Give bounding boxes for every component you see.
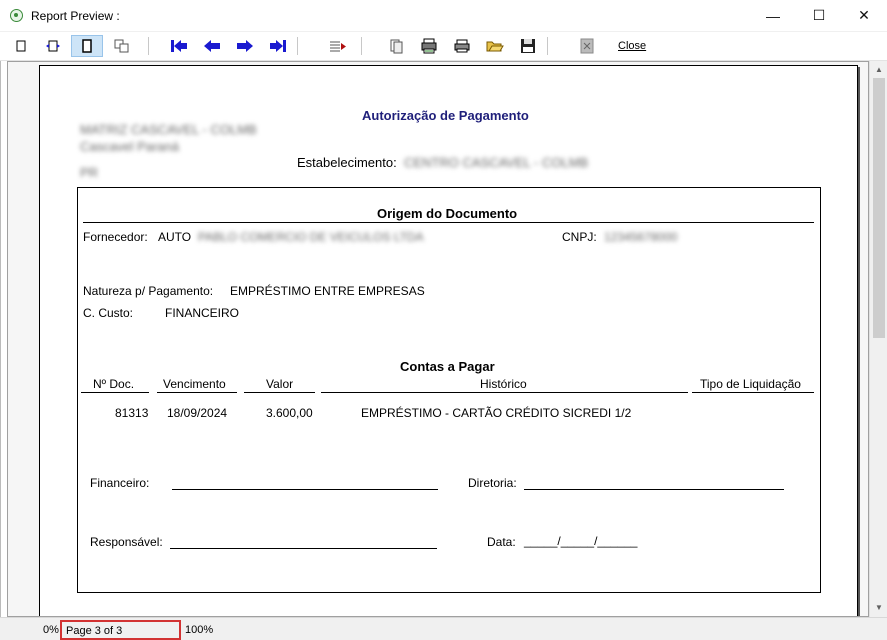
column-settlement-type: Tipo de Liquidação — [700, 377, 801, 391]
supplier-label: Fornecedor: — [83, 230, 148, 244]
toolbar-separator — [361, 37, 362, 55]
report-title: Autorização de Pagamento — [362, 108, 529, 123]
column-underline — [157, 392, 237, 393]
maximize-icon: ☐ — [812, 7, 826, 23]
first-page-button[interactable] — [166, 35, 192, 57]
full-page-icon — [82, 39, 92, 53]
toolbar-separator — [297, 37, 298, 55]
supplier-value: PABLO COMERCIO DE VEICULOS LTDA — [198, 230, 424, 244]
print-setup-button[interactable] — [416, 35, 442, 57]
single-page-button[interactable] — [8, 35, 34, 57]
toolbar-separator — [547, 37, 548, 55]
close-button[interactable]: Close — [618, 40, 646, 52]
company-name: MATRIZ CASCAVEL - COLMB — [80, 122, 257, 137]
column-underline — [81, 392, 149, 393]
establishment-value: CENTRO CASCAVEL - COLMB — [404, 155, 589, 170]
previous-page-button[interactable] — [199, 35, 225, 57]
first-page-icon — [171, 40, 187, 52]
cost-center-value: FINANCEIRO — [165, 306, 240, 320]
cost-center-label: C. Custo: — [83, 306, 134, 320]
app-icon — [10, 9, 23, 22]
vertical-scrollbar[interactable]: ▲ ▼ — [869, 61, 887, 617]
maximize-button[interactable]: ☐ — [796, 0, 842, 31]
goto-page-icon — [330, 41, 346, 52]
supplier-prefix: AUTO — [158, 230, 192, 244]
origin-header: Origem do Documento — [377, 206, 518, 221]
date-label: Data: — [487, 535, 516, 549]
full-page-button[interactable] — [71, 35, 103, 57]
financial-signature-line — [172, 489, 438, 490]
date-blanks: _____/_____/______ — [524, 534, 638, 548]
single-page-icon — [16, 40, 26, 52]
scroll-down-icon[interactable]: ▼ — [874, 603, 884, 613]
close-preview-icon — [580, 38, 594, 54]
scroll-up-icon[interactable]: ▲ — [874, 65, 884, 75]
origin-divider — [83, 222, 814, 223]
print-setup-icon — [421, 38, 437, 54]
page-width-icon — [46, 40, 60, 52]
column-value: Valor — [266, 377, 294, 391]
row-value: 3.600,00 — [266, 406, 313, 420]
responsible-signature-line — [170, 548, 437, 549]
next-page-icon — [237, 40, 253, 52]
report-page: Autorização de Pagamento MATRIZ CASCAVEL… — [39, 65, 858, 616]
row-doc-no: 81313 — [115, 406, 149, 420]
title-bar: Report Preview : — ☐ ✕ — [0, 0, 887, 32]
open-folder-icon — [486, 41, 504, 52]
open-button[interactable] — [482, 35, 508, 57]
column-underline — [321, 392, 688, 393]
preview-area: Autorização de Pagamento MATRIZ CASCAVEL… — [0, 61, 887, 617]
payment-nature-label: Natureza p/ Pagamento: — [83, 284, 214, 298]
payables-header: Contas a Pagar — [400, 359, 495, 374]
preview-viewport[interactable]: Autorização de Pagamento MATRIZ CASCAVEL… — [7, 61, 869, 617]
board-signature-label: Diretoria: — [468, 476, 517, 490]
scrollbar-thumb[interactable] — [873, 78, 885, 338]
column-underline — [692, 392, 814, 393]
minimize-icon: — — [766, 7, 780, 24]
board-signature-line — [524, 489, 784, 490]
multiple-pages-icon — [114, 39, 129, 53]
row-due-date: 18/09/2024 — [167, 406, 228, 420]
print-button[interactable] — [449, 35, 475, 57]
document-box: Origem do Documento Fornecedor: AUTO PAB… — [77, 187, 821, 593]
row-history: EMPRÉSTIMO - CARTÃO CRÉDITO SICREDI 1/2 — [361, 406, 632, 420]
close-window-button[interactable]: ✕ — [841, 0, 887, 31]
multiple-pages-button[interactable] — [109, 35, 135, 57]
window-title: Report Preview : — [31, 9, 120, 23]
cnpj-label: CNPJ: — [562, 230, 597, 244]
status-bar: 0% Page 3 of 3 100% — [0, 617, 887, 640]
page-width-button[interactable] — [40, 35, 66, 57]
toolbar-separator — [148, 37, 149, 55]
zoom-level: 100% — [185, 624, 214, 636]
minimize-button[interactable]: — — [750, 0, 796, 31]
next-page-button[interactable] — [232, 35, 258, 57]
establishment-label: Estabelecimento: — [297, 155, 397, 170]
goto-page-button[interactable] — [325, 35, 351, 57]
responsible-signature-label: Responsável: — [90, 535, 163, 549]
last-page-icon — [270, 40, 286, 52]
save-icon — [521, 39, 535, 53]
zoom-min-label: 0% — [43, 624, 59, 636]
company-city: Cascavel Paraná — [80, 139, 179, 154]
cnpj-value: 12345678000 — [604, 230, 678, 244]
close-icon: ✕ — [858, 7, 870, 23]
company-state: PR — [80, 165, 99, 180]
copy-button[interactable] — [383, 35, 409, 57]
close-preview-button[interactable] — [574, 35, 600, 57]
last-page-button[interactable] — [265, 35, 291, 57]
column-doc-no: Nº Doc. — [93, 377, 135, 391]
copy-icon — [390, 39, 403, 54]
toolbar: Close — [0, 32, 887, 61]
print-icon — [454, 39, 470, 53]
payment-nature-value: EMPRÉSTIMO ENTRE EMPRESAS — [230, 284, 425, 298]
page-indicator: Page 3 of 3 — [60, 620, 181, 640]
previous-page-icon — [204, 40, 220, 52]
column-underline — [244, 392, 315, 393]
save-button[interactable] — [515, 35, 541, 57]
financial-signature-label: Financeiro: — [90, 476, 150, 490]
column-due-date: Vencimento — [163, 377, 226, 391]
column-history: Histórico — [480, 377, 527, 391]
